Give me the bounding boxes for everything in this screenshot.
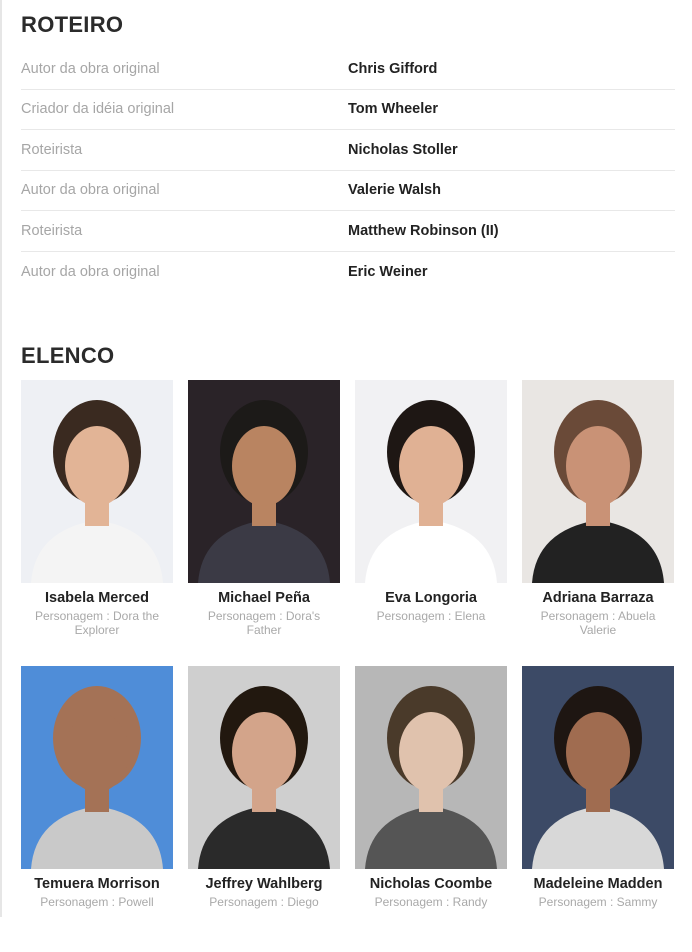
portrait-face: [232, 426, 296, 506]
roteiro-heading: ROTEIRO: [21, 12, 124, 37]
crew-row: Criador da idéia original Tom Wheeler: [21, 90, 675, 130]
crew-name-link[interactable]: Chris Gifford: [348, 61, 437, 77]
crew-name-link[interactable]: Eric Weiner: [348, 264, 428, 280]
portrait-image: [522, 380, 674, 583]
crew-row: Autor da obra original Valerie Walsh: [21, 171, 675, 211]
left-border: [0, 0, 2, 917]
cast-photo[interactable]: [21, 666, 173, 869]
cast-photo[interactable]: [522, 666, 674, 869]
cast-character: Personagem : Elena: [376, 609, 486, 623]
cast-card[interactable]: Isabela Merced Personagem : Dora the Exp…: [21, 380, 173, 666]
crew-role: Autor da obra original: [21, 182, 160, 199]
cast-photo[interactable]: [522, 380, 674, 583]
cast-grid: Isabela Merced Personagem : Dora the Exp…: [21, 380, 675, 952]
cast-character: Personagem : Dora the Explorer: [34, 609, 160, 637]
cast-photo[interactable]: [188, 666, 340, 869]
crew-row: Roteirista Matthew Robinson (II): [21, 211, 675, 252]
portrait-face: [232, 712, 296, 792]
crew-role: Autor da obra original: [21, 263, 160, 280]
cast-name[interactable]: Nicholas Coombe: [355, 876, 507, 892]
portrait-face: [65, 426, 129, 506]
portrait-face: [65, 712, 129, 792]
cast-name[interactable]: Jeffrey Wahlberg: [188, 876, 340, 892]
portrait-image: [355, 380, 507, 583]
portrait-image: [188, 666, 340, 869]
crew-row: Autor da obra original Chris Gifford: [21, 49, 675, 90]
portrait-image: [21, 380, 173, 583]
portrait-face: [566, 426, 630, 506]
crew-role: Autor da obra original: [21, 60, 160, 77]
portrait-face: [399, 426, 463, 506]
cast-card[interactable]: Madeleine Madden Personagem : Sammy: [522, 666, 674, 952]
crew-name-link[interactable]: Tom Wheeler: [348, 101, 438, 117]
cast-character: Personagem : Sammy: [538, 895, 658, 909]
cast-character: Personagem : Abuela Valerie: [540, 609, 656, 637]
cast-name[interactable]: Temuera Morrison: [21, 876, 173, 892]
cast-photo[interactable]: [355, 380, 507, 583]
crew-row: Autor da obra original Eric Weiner: [21, 252, 675, 293]
cast-photo[interactable]: [188, 380, 340, 583]
cast-name[interactable]: Michael Peña: [188, 590, 340, 606]
portrait-face: [399, 712, 463, 792]
cast-character: Personagem : Dora's Father: [207, 609, 321, 637]
cast-character: Personagem : Randy: [374, 895, 488, 909]
cast-card[interactable]: Michael Peña Personagem : Dora's Father: [188, 380, 340, 666]
portrait-image: [188, 380, 340, 583]
crew-role: Roteirista: [21, 141, 83, 158]
portrait-image: [522, 666, 674, 869]
cast-character: Personagem : Diego: [209, 895, 319, 909]
cast-name[interactable]: Eva Longoria: [355, 590, 507, 606]
cast-name[interactable]: Isabela Merced: [21, 590, 173, 606]
cast-photo[interactable]: [355, 666, 507, 869]
crew-name-link[interactable]: Valerie Walsh: [348, 182, 441, 198]
cast-name[interactable]: Madeleine Madden: [522, 876, 674, 892]
elenco-heading: ELENCO: [21, 343, 115, 368]
cast-card[interactable]: Nicholas Coombe Personagem : Randy: [355, 666, 507, 952]
cast-card[interactable]: Temuera Morrison Personagem : Powell: [21, 666, 173, 952]
crew-role: Roteirista: [21, 222, 83, 239]
portrait-face: [566, 712, 630, 792]
cast-card[interactable]: Eva Longoria Personagem : Elena: [355, 380, 507, 666]
portrait-image: [355, 666, 507, 869]
cast-card[interactable]: Jeffrey Wahlberg Personagem : Diego: [188, 666, 340, 952]
crew-row: Roteirista Nicholas Stoller: [21, 130, 675, 171]
crew-role: Criador da idéia original: [21, 101, 175, 118]
crew-name-link[interactable]: Nicholas Stoller: [348, 142, 458, 158]
cast-card[interactable]: Adriana Barraza Personagem : Abuela Vale…: [522, 380, 674, 666]
cast-character: Personagem : Powell: [40, 895, 154, 909]
crew-name-link[interactable]: Matthew Robinson (II): [348, 223, 499, 239]
cast-photo[interactable]: [21, 380, 173, 583]
portrait-image: [21, 666, 173, 869]
cast-name[interactable]: Adriana Barraza: [522, 590, 674, 606]
crew-list: Autor da obra original Chris Gifford Cri…: [21, 49, 675, 292]
